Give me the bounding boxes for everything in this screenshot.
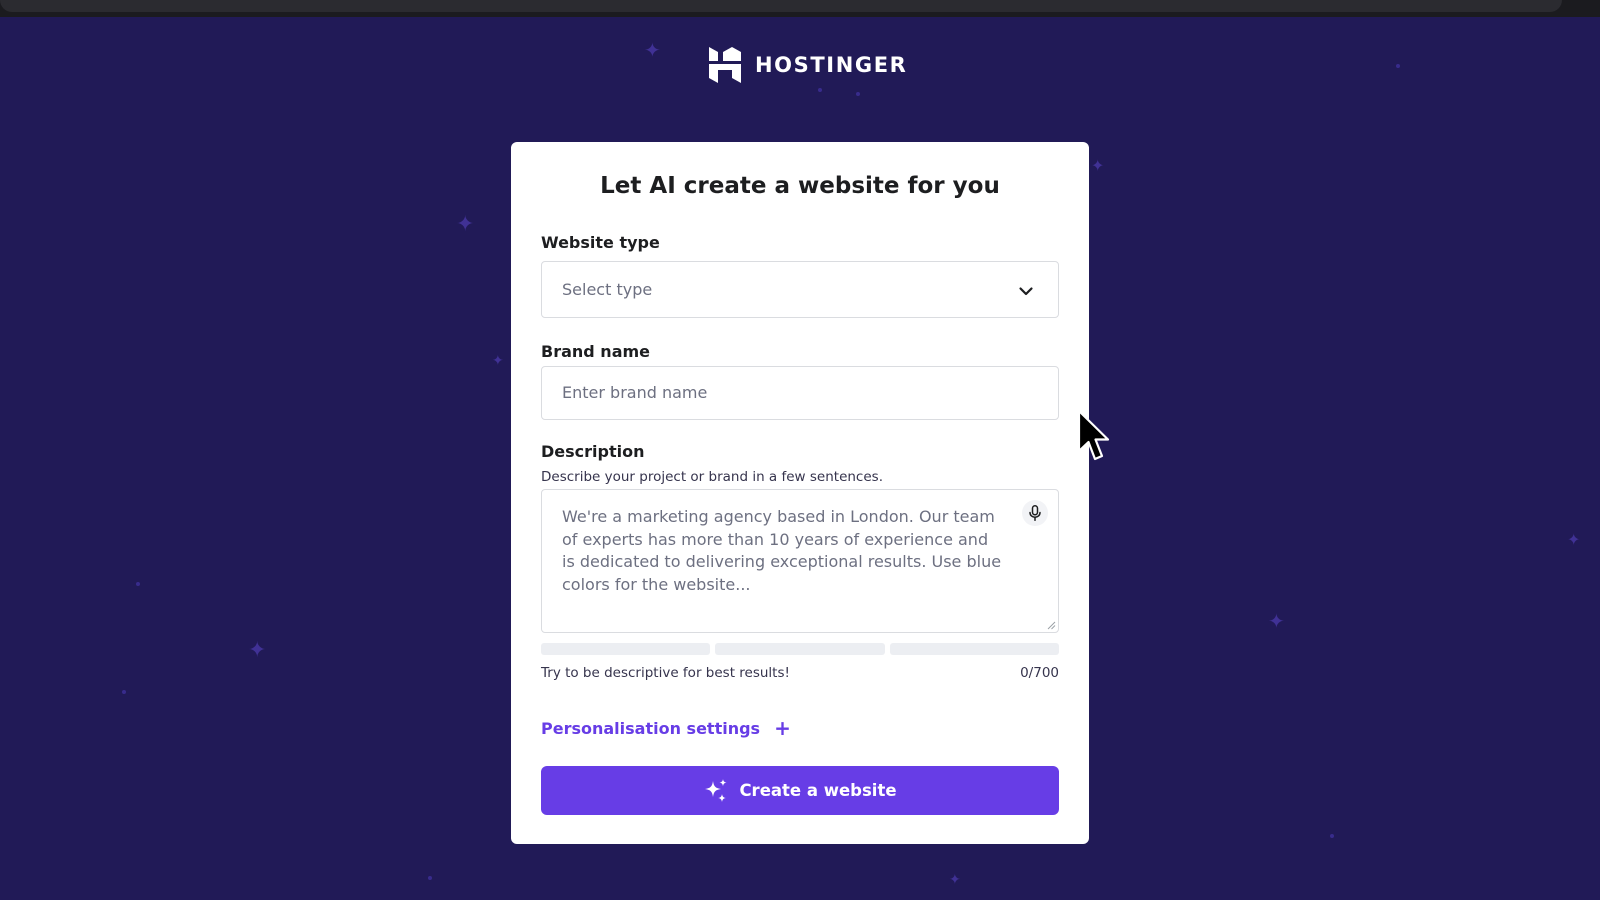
description-textarea[interactable]: We're a marketing agency based in London… [541,489,1059,633]
browser-top-strip [0,0,1600,17]
mouse-pointer-icon [1077,409,1110,461]
brand-name-label: Brand name [541,342,651,361]
personalisation-settings-toggle[interactable]: Personalisation settings + [541,718,791,738]
star-dot [428,876,432,880]
sparkle-decoration: ✦ [248,638,267,663]
resize-handle-icon[interactable] [1046,620,1056,630]
sparkle-decoration: ✦ [1567,530,1581,549]
star-dot [1330,834,1334,838]
browser-address-bar[interactable] [0,0,1562,12]
star-dot [122,690,126,694]
sparkle-decoration: ✦ [949,872,961,888]
description-strength-meter [541,643,1059,655]
sparkle-decoration: ✦ [492,353,504,369]
description-hint: Describe your project or brand in a few … [541,469,883,485]
microphone-icon [1029,505,1041,521]
star-dot [818,88,822,92]
strength-segment [889,643,1059,655]
character-counter: 0/700 [1020,665,1059,681]
sparkle-decoration: ✦ [1268,609,1285,633]
ai-website-form-card: Let AI create a website for you Website … [511,142,1089,844]
strength-segment [715,643,885,655]
personalisation-settings-label: Personalisation settings [541,718,761,738]
chevron-down-icon [1019,287,1033,296]
brand-name-input[interactable]: Enter brand name [541,366,1059,420]
star-dot [856,92,860,96]
sparkle-decoration: ✦ [644,38,661,62]
description-label: Description [541,442,645,461]
descriptive-tip: Try to be descriptive for best results! [541,665,790,681]
website-type-label: Website type [541,233,660,252]
hostinger-h-logo-icon [709,47,741,83]
sparkles-icon [705,778,727,802]
sparkle-decoration: ✦ [1091,156,1105,175]
brand-name-placeholder: Enter brand name [562,383,708,402]
website-type-placeholder: Select type [562,280,653,299]
star-dot [1396,64,1400,68]
create-website-label: Create a website [739,781,897,800]
brand-wordmark: HOSTINGER [755,53,908,77]
website-type-select[interactable]: Select type [541,261,1059,318]
strength-segment [541,643,711,655]
card-title: Let AI create a website for you [600,173,1000,199]
plus-icon: + [774,716,791,740]
microphone-button[interactable] [1022,500,1048,526]
star-dot [136,582,140,586]
create-website-button[interactable]: Create a website [541,766,1059,815]
description-placeholder: We're a marketing agency based in London… [562,507,1002,594]
hostinger-logo[interactable]: HOSTINGER [709,47,907,83]
sparkle-decoration: ✦ [456,212,475,237]
